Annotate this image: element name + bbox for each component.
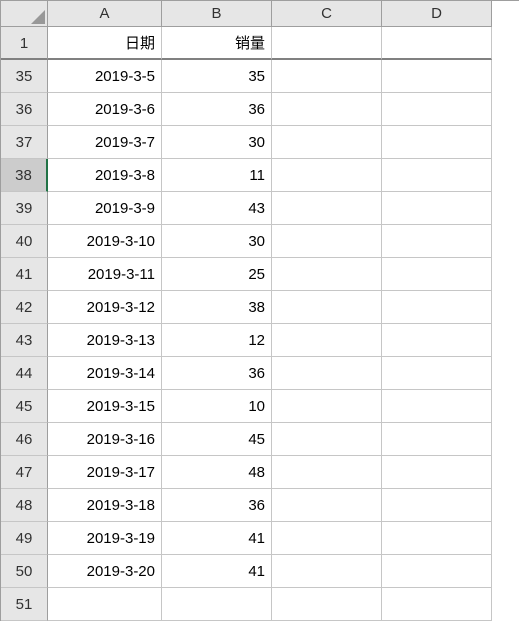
row-header-1[interactable]: 1	[1, 27, 48, 60]
cell-45-a[interactable]: 2019-3-15	[48, 390, 162, 423]
cell-35-c[interactable]	[272, 60, 382, 93]
cell-36-b[interactable]: 36	[162, 93, 272, 126]
cell-38-c[interactable]	[272, 159, 382, 192]
cell-37-a[interactable]: 2019-3-7	[48, 126, 162, 159]
cell-47-d[interactable]	[382, 456, 492, 489]
cell-41-c[interactable]	[272, 258, 382, 291]
spreadsheet-grid[interactable]: ABCD1日期销量352019-3-535362019-3-636372019-…	[0, 0, 519, 621]
cell-35-a[interactable]: 2019-3-5	[48, 60, 162, 93]
cell-48-c[interactable]	[272, 489, 382, 522]
column-header-a[interactable]: A	[48, 1, 162, 27]
cell-36-d[interactable]	[382, 93, 492, 126]
cell-49-c[interactable]	[272, 522, 382, 555]
cell-44-b[interactable]: 36	[162, 357, 272, 390]
cell-37-d[interactable]	[382, 126, 492, 159]
cell-40-c[interactable]	[272, 225, 382, 258]
column-header-c[interactable]: C	[272, 1, 382, 27]
cell-43-a[interactable]: 2019-3-13	[48, 324, 162, 357]
cell-47-c[interactable]	[272, 456, 382, 489]
row-header-35[interactable]: 35	[1, 60, 48, 93]
cell-38-b[interactable]: 11	[162, 159, 272, 192]
cell-45-c[interactable]	[272, 390, 382, 423]
row-header-38[interactable]: 38	[1, 159, 48, 192]
cell-42-b[interactable]: 38	[162, 291, 272, 324]
cell-51-b[interactable]	[162, 588, 272, 621]
cell-40-d[interactable]	[382, 225, 492, 258]
cell-50-c[interactable]	[272, 555, 382, 588]
cell-42-d[interactable]	[382, 291, 492, 324]
cell-46-c[interactable]	[272, 423, 382, 456]
cell-header-c[interactable]	[272, 27, 382, 60]
cell-39-c[interactable]	[272, 192, 382, 225]
row-header-47[interactable]: 47	[1, 456, 48, 489]
row-header-43[interactable]: 43	[1, 324, 48, 357]
cell-44-a[interactable]: 2019-3-14	[48, 357, 162, 390]
cell-40-b[interactable]: 30	[162, 225, 272, 258]
row-header-46[interactable]: 46	[1, 423, 48, 456]
row-header-48[interactable]: 48	[1, 489, 48, 522]
cell-44-c[interactable]	[272, 357, 382, 390]
cell-48-d[interactable]	[382, 489, 492, 522]
cell-41-a[interactable]: 2019-3-11	[48, 258, 162, 291]
cell-49-d[interactable]	[382, 522, 492, 555]
cell-45-d[interactable]	[382, 390, 492, 423]
cell-41-b[interactable]: 25	[162, 258, 272, 291]
row-header-44[interactable]: 44	[1, 357, 48, 390]
cell-41-d[interactable]	[382, 258, 492, 291]
cell-39-d[interactable]	[382, 192, 492, 225]
cell-44-d[interactable]	[382, 357, 492, 390]
row-header-49[interactable]: 49	[1, 522, 48, 555]
row-header-40[interactable]: 40	[1, 225, 48, 258]
column-header-d[interactable]: D	[382, 1, 492, 27]
cell-49-b[interactable]: 41	[162, 522, 272, 555]
select-all-corner[interactable]	[1, 1, 48, 27]
cell-39-a[interactable]: 2019-3-9	[48, 192, 162, 225]
cell-43-d[interactable]	[382, 324, 492, 357]
cell-43-b[interactable]: 12	[162, 324, 272, 357]
cell-36-c[interactable]	[272, 93, 382, 126]
row-header-41[interactable]: 41	[1, 258, 48, 291]
cell-46-a[interactable]: 2019-3-16	[48, 423, 162, 456]
cell-42-c[interactable]	[272, 291, 382, 324]
cell-48-a[interactable]: 2019-3-18	[48, 489, 162, 522]
cell-header-a[interactable]: 日期	[48, 27, 162, 60]
cell-37-b[interactable]: 30	[162, 126, 272, 159]
cell-50-d[interactable]	[382, 555, 492, 588]
row-header-45[interactable]: 45	[1, 390, 48, 423]
row-header-37[interactable]: 37	[1, 126, 48, 159]
cell-51-a[interactable]	[48, 588, 162, 621]
cell-header-b[interactable]: 销量	[162, 27, 272, 60]
row-header-36[interactable]: 36	[1, 93, 48, 126]
cell-50-b[interactable]: 41	[162, 555, 272, 588]
cell-43-c[interactable]	[272, 324, 382, 357]
cell-48-b[interactable]: 36	[162, 489, 272, 522]
cell-header-d[interactable]	[382, 27, 492, 60]
cell-51-d[interactable]	[382, 588, 492, 621]
cell-46-d[interactable]	[382, 423, 492, 456]
cell-49-a[interactable]: 2019-3-19	[48, 522, 162, 555]
row-header-50[interactable]: 50	[1, 555, 48, 588]
cell-51-c[interactable]	[272, 588, 382, 621]
cell-47-b[interactable]: 48	[162, 456, 272, 489]
cell-40-a[interactable]: 2019-3-10	[48, 225, 162, 258]
cell-37-c[interactable]	[272, 126, 382, 159]
cell-36-a[interactable]: 2019-3-6	[48, 93, 162, 126]
column-header-b[interactable]: B	[162, 1, 272, 27]
cell-35-b[interactable]: 35	[162, 60, 272, 93]
row-header-39[interactable]: 39	[1, 192, 48, 225]
cell-42-a[interactable]: 2019-3-12	[48, 291, 162, 324]
cell-39-b[interactable]: 43	[162, 192, 272, 225]
cell-38-a[interactable]: 2019-3-8	[48, 159, 162, 192]
cell-38-d[interactable]	[382, 159, 492, 192]
cell-46-b[interactable]: 45	[162, 423, 272, 456]
cell-50-a[interactable]: 2019-3-20	[48, 555, 162, 588]
cell-35-d[interactable]	[382, 60, 492, 93]
row-header-42[interactable]: 42	[1, 291, 48, 324]
row-header-51[interactable]: 51	[1, 588, 48, 621]
cell-45-b[interactable]: 10	[162, 390, 272, 423]
cell-47-a[interactable]: 2019-3-17	[48, 456, 162, 489]
